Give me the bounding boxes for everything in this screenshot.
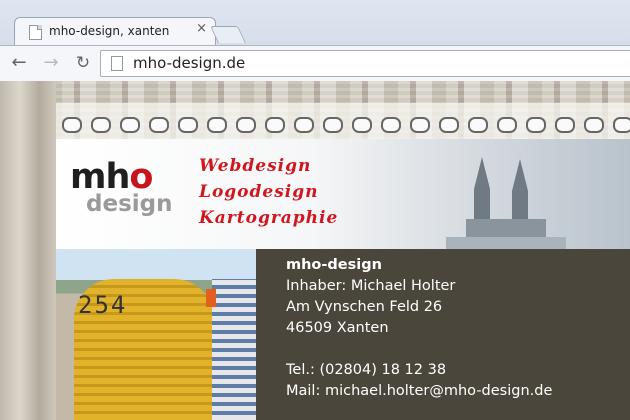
spiral-ring-icon bbox=[265, 117, 285, 133]
web-page: mho design Webdesign Logodesign Kartogra… bbox=[0, 81, 630, 420]
spiral-ring-icon bbox=[323, 117, 343, 133]
logo-subtitle: design bbox=[86, 191, 173, 217]
page-icon bbox=[111, 56, 123, 71]
contact-panel: mho-design Inhaber: Michael Holter Am Vy… bbox=[256, 249, 630, 420]
spiral-ring-icon bbox=[62, 117, 82, 133]
spiral-ring-icon bbox=[236, 117, 256, 133]
spiral-ring-icon bbox=[120, 117, 140, 133]
site-header: mho design Webdesign Logodesign Kartogra… bbox=[56, 139, 630, 249]
flag-icon bbox=[206, 289, 216, 307]
service-webdesign: Webdesign bbox=[199, 156, 312, 176]
chair-number: 254 bbox=[78, 291, 128, 319]
spiral-ring-icon bbox=[294, 117, 314, 133]
tab-title: mho-design, xanten bbox=[49, 24, 170, 38]
address-url[interactable]: mho-design.de bbox=[133, 54, 245, 72]
spiral-ring-icon bbox=[613, 117, 630, 133]
wood-post bbox=[0, 81, 56, 420]
spiral-ring-icon bbox=[149, 117, 169, 133]
company-name: mho-design bbox=[286, 257, 382, 273]
spiral-ring-icon bbox=[526, 117, 546, 133]
spiral-binding bbox=[62, 117, 630, 133]
forward-arrow-icon[interactable]: → bbox=[40, 52, 62, 74]
spiral-ring-icon bbox=[497, 117, 517, 133]
browser-toolbar: ← → ↻ mho-design.de bbox=[0, 45, 630, 82]
beach-chair-photo: 254 bbox=[56, 249, 256, 420]
spiral-ring-icon bbox=[91, 117, 111, 133]
service-logodesign: Logodesign bbox=[199, 182, 319, 202]
browser-chrome: mho-design, xanten × ← → ↻ mho-design.de bbox=[0, 0, 630, 82]
address-bar[interactable]: mho-design.de bbox=[100, 50, 630, 77]
church-skyline-image bbox=[446, 157, 566, 249]
spiral-ring-icon bbox=[207, 117, 227, 133]
reload-icon[interactable]: ↻ bbox=[72, 52, 94, 74]
owner-text: Inhaber: Michael Holter bbox=[286, 278, 456, 294]
service-kartographie: Kartographie bbox=[199, 208, 339, 228]
tab-active[interactable]: mho-design, xanten × bbox=[14, 17, 216, 46]
spiral-ring-icon bbox=[468, 117, 488, 133]
spiral-ring-icon bbox=[584, 117, 604, 133]
back-arrow-icon[interactable]: ← bbox=[8, 52, 30, 74]
spiral-ring-icon bbox=[410, 117, 430, 133]
email-link[interactable]: Mail: michael.holter@mho-design.de bbox=[286, 383, 552, 399]
spiral-ring-icon bbox=[352, 117, 372, 133]
spiral-ring-icon bbox=[178, 117, 198, 133]
services-list: Webdesign Logodesign Kartographie bbox=[199, 153, 338, 231]
spiral-ring-icon bbox=[555, 117, 575, 133]
street-text: Am Vynschen Feld 26 bbox=[286, 299, 443, 315]
phone-text: Tel.: (02804) 18 12 38 bbox=[286, 362, 447, 378]
page-favicon-icon bbox=[29, 25, 42, 40]
spiral-ring-icon bbox=[381, 117, 401, 133]
striped-chair bbox=[212, 279, 256, 420]
city-text: 46509 Xanten bbox=[286, 320, 389, 336]
spiral-ring-icon bbox=[439, 117, 459, 133]
tab-close-icon[interactable]: × bbox=[196, 22, 207, 35]
